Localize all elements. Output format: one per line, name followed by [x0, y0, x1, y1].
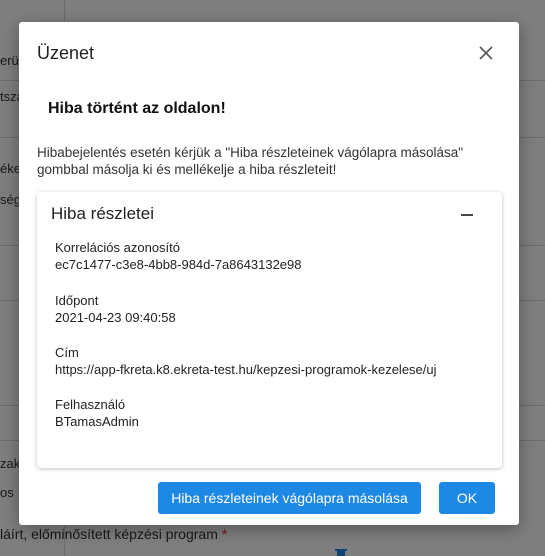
detail-label: Felhasználó — [55, 397, 126, 412]
dialog-title: Üzenet — [37, 43, 95, 63]
detail-field-timestamp: Időpont 2021-04-23 09:40:58 — [55, 292, 176, 326]
detail-field-user: Felhasználó BTamasAdmin — [55, 396, 139, 430]
detail-field-url: Cím https://app-fkreta.k8.ekreta-test.hu… — [55, 344, 437, 378]
detail-label: Korrelációs azonosító — [55, 240, 181, 255]
detail-value: https://app-fkreta.k8.ekreta-test.hu/kep… — [55, 362, 437, 377]
copy-details-button[interactable]: Hiba részleteinek vágólapra másolása — [158, 482, 421, 514]
detail-label: Időpont — [55, 293, 99, 308]
error-heading: Hiba történt az oldalon! — [48, 100, 226, 117]
detail-value: 2021-04-23 09:40:58 — [55, 310, 176, 325]
minus-icon[interactable] — [457, 205, 477, 225]
detail-label: Cím — [55, 345, 79, 360]
error-dialog: Üzenet Hiba történt az oldalon! Hibabeje… — [19, 22, 519, 525]
details-title: Hiba részletei — [51, 204, 154, 223]
close-icon[interactable] — [477, 44, 495, 62]
ok-button[interactable]: OK — [439, 482, 495, 514]
detail-field-correlation-id: Korrelációs azonosító ec7c1477-c3e8-4bb8… — [55, 239, 302, 273]
detail-value: ec7c1477-c3e8-4bb8-984d-7a8643132e98 — [55, 257, 302, 272]
error-details-panel: Hiba részletei Korrelációs azonosító ec7… — [37, 192, 502, 468]
detail-value: BTamasAdmin — [55, 414, 139, 429]
error-description: Hibabejelentés esetén kérjük a "Hiba rés… — [37, 145, 464, 177]
